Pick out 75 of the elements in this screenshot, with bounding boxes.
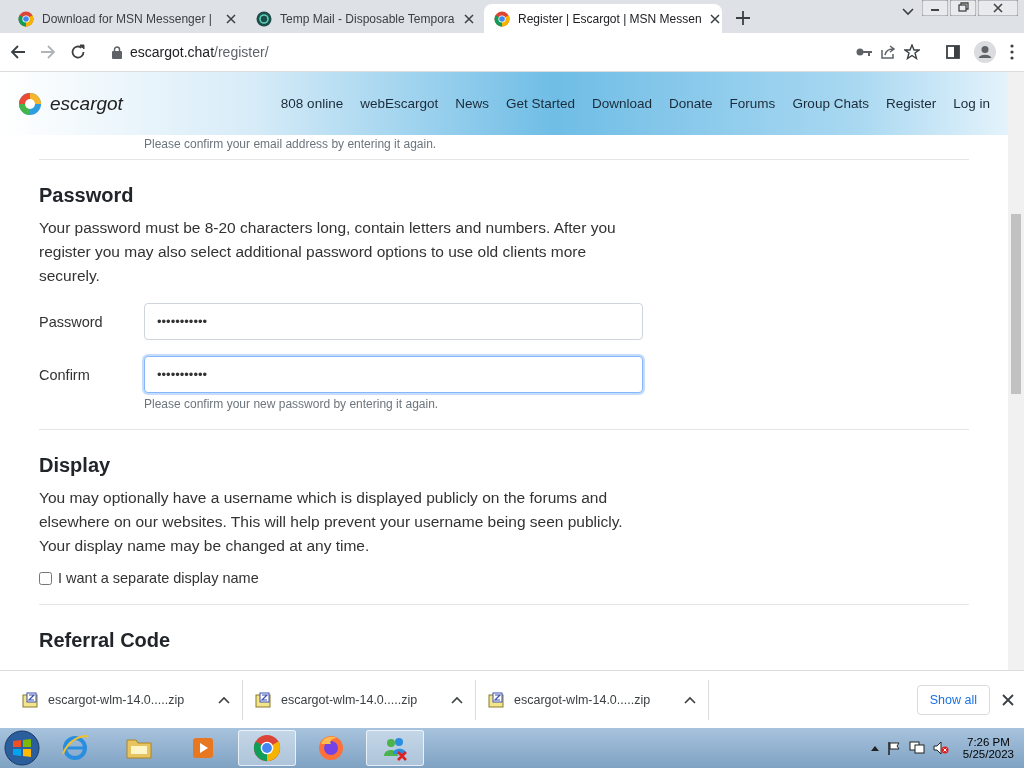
nav-link[interactable]: Donate (669, 96, 713, 111)
lock-icon (112, 45, 122, 59)
field-label: Confirm (39, 366, 91, 383)
close-icon[interactable] (1002, 693, 1014, 706)
scrollbar-thumb[interactable] (1011, 214, 1021, 394)
clock-time[interactable]: 7:26 PM (967, 736, 1010, 748)
help-text: Please confirm your email address by entering it again. (144, 137, 438, 153)
new-tab-icon[interactable] (736, 11, 750, 25)
start-orb-icon[interactable] (4, 730, 40, 766)
password-field[interactable]: ••••••••••• (144, 303, 643, 340)
browser-tab[interactable]: Download for MSN Messenger | (8, 4, 246, 33)
section-heading: Referral Code (39, 629, 172, 652)
nav-link[interactable]: Log in (953, 96, 990, 111)
browser-icon (61, 734, 89, 762)
password-field[interactable]: ••••••••••• (144, 356, 643, 393)
chevron-up-icon[interactable] (684, 695, 696, 704)
close-icon[interactable] (978, 0, 1018, 16)
fox-browser-icon (317, 734, 345, 762)
nav-link[interactable]: Group Chats (792, 96, 869, 111)
clock-date[interactable]: 5/25/2023 (962, 748, 1014, 760)
share-icon[interactable] (880, 44, 896, 60)
field-label: Password (39, 313, 104, 330)
scrollbar[interactable] (1008, 72, 1024, 670)
zip-file-icon (488, 691, 504, 708)
minimize-icon[interactable] (922, 0, 948, 16)
nav-link[interactable]: Get Started (505, 96, 575, 111)
mail-site-icon (256, 10, 272, 27)
browser-tab[interactable]: Temp Mail - Disposable Tempora (246, 4, 484, 33)
browser-tab[interactable]: Register | Escargot | MSN Messen (484, 4, 722, 33)
download-filename[interactable]: escargot-wlm-14.0.....zip (281, 692, 441, 707)
nav-link[interactable]: Forums (729, 96, 776, 111)
network-icon[interactable] (908, 741, 925, 755)
taskbar-button[interactable] (238, 730, 296, 766)
show-all-button[interactable]: Show all (916, 684, 990, 715)
site-logo-text[interactable]: escargot (50, 92, 123, 115)
nav-link[interactable]: webEscargot (360, 96, 439, 111)
nav-link[interactable]: 808 online (280, 96, 344, 111)
zip-file-icon (255, 691, 271, 708)
chevron-up-icon[interactable] (870, 745, 879, 751)
browser-logo-icon (18, 10, 34, 27)
close-icon[interactable] (226, 13, 236, 24)
section-description: You may optionally have a username which is displayed publicly on the forums and elsewhere on our websites. This will help prevent your username being seen publicly. Your display name may be changed at any time. (39, 488, 624, 556)
taskbar-button[interactable] (366, 730, 424, 766)
profile-icon[interactable] (974, 41, 996, 63)
help-text: Please confirm your new password by entering it again. (144, 397, 440, 411)
speaker-muted-icon[interactable] (932, 741, 949, 755)
key-icon[interactable] (856, 47, 872, 57)
zip-file-icon (22, 691, 38, 708)
address-bar-url[interactable]: escargot.chat/register/ (130, 44, 269, 60)
chevron-down-icon[interactable] (902, 8, 914, 16)
nav-link[interactable]: Download (592, 96, 653, 111)
close-icon[interactable] (709, 13, 720, 24)
section-heading: Password (39, 184, 135, 207)
chevron-up-icon[interactable] (451, 695, 463, 704)
close-icon[interactable] (464, 13, 474, 24)
nav-link[interactable]: News (455, 96, 489, 111)
checkbox[interactable] (39, 571, 52, 585)
menu-icon[interactable] (1010, 44, 1014, 60)
side-panel-icon[interactable] (946, 45, 960, 59)
checkbox-label[interactable]: I want a separate display name (58, 570, 259, 586)
section-description: Your password must be 8-20 characters long, contain letters and numbers. After you register you may also select additional password options to use old clients more securely. (39, 218, 617, 286)
browser-logo-icon (253, 734, 281, 762)
reload-icon[interactable] (70, 44, 86, 60)
snail-logo-icon (18, 90, 42, 117)
download-filename[interactable]: escargot-wlm-14.0.....zip (48, 692, 208, 707)
download-filename[interactable]: escargot-wlm-14.0.....zip (514, 692, 674, 707)
browser-logo-icon (494, 10, 510, 27)
chevron-up-icon[interactable] (218, 695, 230, 704)
section-heading: Display (39, 454, 112, 477)
restore-icon[interactable] (950, 0, 976, 16)
star-icon[interactable] (904, 44, 920, 60)
flag-icon[interactable] (886, 741, 901, 755)
back-icon[interactable] (10, 44, 26, 60)
nav-link[interactable]: Register (885, 96, 937, 111)
forward-icon (40, 44, 56, 60)
